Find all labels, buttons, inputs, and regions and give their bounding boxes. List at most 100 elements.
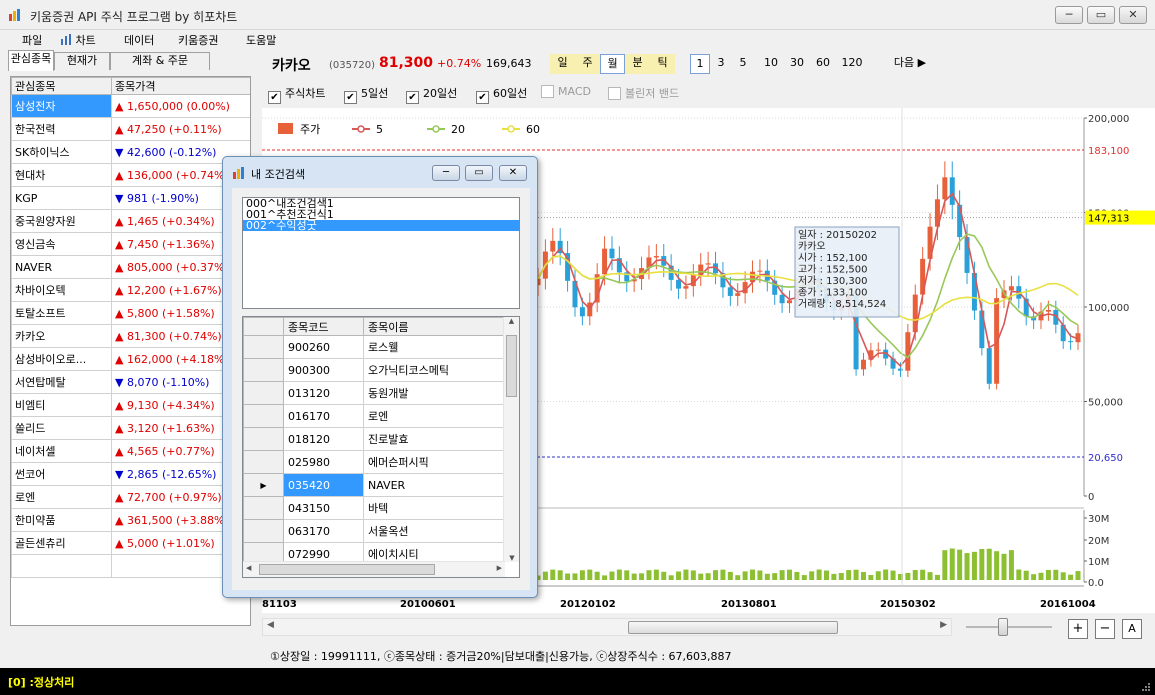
result-name[interactable]: NAVER [363,473,504,497]
result-vertical-scrollbar[interactable]: ▲ ▼ [503,317,519,562]
indicator-checkbox[interactable]: ✔ 20일선 [406,85,457,104]
period-tick-button[interactable]: 틱 [650,54,675,74]
watchlist-row[interactable]: 현대차 ▲ 136,000 (+0.74%) [11,163,250,187]
watchlist-row[interactable]: 삼성전자 ▲ 1,650,000 (0.00%) [11,94,250,118]
result-row[interactable]: 043150 바텍 [243,496,504,520]
watchlist-row[interactable]: 영신금속 ▲ 7,450 (+1.36%) [11,232,250,256]
tab-quote[interactable]: 현재가 [54,52,110,70]
count-30-button[interactable]: 30 [786,54,808,74]
zoom-slider-thumb[interactable] [998,618,1008,636]
indicator-checkbox[interactable]: 볼린저 밴드 [608,85,679,101]
watchlist-stock-name[interactable]: 네이처셀 [11,439,112,463]
watchlist-row[interactable]: 쏠리드 ▲ 3,120 (+1.63%) [11,416,250,440]
period-month-button[interactable]: 월 [600,54,625,74]
period-week-button[interactable]: 주 [575,54,600,74]
watchlist-row[interactable]: 삼성바이오로... ▲ 162,000 (+4.18%) [11,347,250,371]
scroll-right-icon[interactable]: ▶ [497,564,502,572]
scroll-thumb[interactable] [628,621,838,634]
checkbox-box[interactable]: ✔ [476,91,489,104]
watchlist-stock-name[interactable]: 영신금속 [11,232,112,256]
menu-chart[interactable]: 차트 [60,32,96,48]
result-code[interactable]: 900260 [283,335,364,359]
watchlist-stock-name[interactable]: 비엠티 [11,393,112,417]
watchlist-stock-name[interactable]: 현대차 [11,163,112,187]
scroll-left-icon[interactable]: ◀ [246,564,251,572]
watchlist-row[interactable]: 네이처셀 ▲ 4,565 (+0.77%) [11,439,250,463]
watchlist-stock-name[interactable]: 카카오 [11,324,112,348]
watchlist-row[interactable]: 썬코어 ▼ 2,865 (-12.65%) [11,462,250,486]
scroll-thumb[interactable] [506,335,517,397]
indicator-checkbox[interactable]: MACD [541,85,591,101]
zoom-out-button[interactable]: − [1095,619,1115,639]
watchlist-row[interactable]: 한국전력 ▲ 47,250 (+0.11%) [11,117,250,141]
checkbox-box[interactable]: ✔ [406,91,419,104]
watchlist-row[interactable]: 차바이오텍 ▲ 12,200 (+1.67%) [11,278,250,302]
menu-data[interactable]: 데이터 [124,32,154,48]
dialog-close-button[interactable]: ✕ [499,165,527,181]
maximize-button[interactable]: ▭ [1087,6,1115,24]
watchlist-stock-name[interactable]: NAVER [11,255,112,279]
result-code[interactable]: 013120 [283,381,364,405]
watchlist-row[interactable]: 한미약품 ▲ 361,500 (+3.88%) [11,508,250,532]
count-10-button[interactable]: 10 [760,54,782,74]
checkbox-box[interactable]: ✔ [344,91,357,104]
result-name[interactable]: 바텍 [363,496,504,520]
watchlist-empty-row[interactable] [11,554,250,578]
watchlist-stock-name[interactable]: KGP [11,186,112,210]
result-code[interactable]: 043150 [283,496,364,520]
condition-list[interactable]: 000^내조건검색1 001^추천조건식1 002^수익성굿 [242,197,520,309]
watchlist-stock-name[interactable]: 서연탑메탈 [11,370,112,394]
result-row[interactable]: 025980 에머슨퍼시픽 [243,450,504,474]
watchlist-stock-name[interactable]: 쏠리드 [11,416,112,440]
result-row[interactable]: 063170 서울옥션 [243,519,504,543]
watchlist-stock-name[interactable]: 삼성바이오로... [11,347,112,371]
period-minute-button[interactable]: 분 [625,54,650,74]
chart-scrollbar[interactable]: ◀ ▶ [262,618,952,636]
watchlist-row[interactable]: 비엠티 ▲ 9,130 (+4.34%) [11,393,250,417]
dialog-maximize-button[interactable]: ▭ [465,165,493,181]
zoom-in-button[interactable]: + [1068,619,1088,639]
result-code[interactable]: 063170 [283,519,364,543]
watchlist-row[interactable]: 서연탑메탈 ▼ 8,070 (-1.10%) [11,370,250,394]
menu-kiwoom[interactable]: 키움증권 [178,32,218,48]
watchlist-stock-name[interactable]: 한국전력 [11,117,112,141]
indicator-checkbox[interactable]: ✔ 5일선 [344,85,388,104]
watchlist-stock-name[interactable]: 썬코어 [11,462,112,486]
auto-scale-button[interactable]: A [1122,619,1142,639]
tab-watchlist[interactable]: 관심종목 [8,50,54,71]
menu-help[interactable]: 도움말 [246,32,276,48]
result-name[interactable]: 로스웰 [363,335,504,359]
result-name[interactable]: 에머슨퍼시픽 [363,450,504,474]
result-row[interactable]: 018120 진로발효 [243,427,504,451]
watchlist-row[interactable]: 중국원양자원 ▲ 1,465 (+0.34%) [11,209,250,233]
watchlist-row[interactable]: 골든센츄리 ▲ 5,000 (+1.01%) [11,531,250,555]
watchlist-stock-name[interactable]: 로엔 [11,485,112,509]
result-name[interactable]: 로엔 [363,404,504,428]
result-row[interactable]: 900300 오가닉티코스메틱 [243,358,504,382]
watchlist-row[interactable]: KGP ▼ 981 (-1.90%) [11,186,250,210]
minimize-button[interactable]: ─ [1055,6,1083,24]
result-code[interactable]: 035420 [283,473,364,497]
watchlist-stock-name[interactable]: 토탈소프트 [11,301,112,325]
watchlist-stock-name[interactable]: 중국원양자원 [11,209,112,233]
result-row[interactable]: 900260 로스웰 [243,335,504,359]
watchlist-row[interactable]: SK하이닉스 ▼ 42,600 (-0.12%) [11,140,250,164]
result-code[interactable]: 900300 [283,358,364,382]
checkbox-box[interactable]: ✔ [268,91,281,104]
scroll-right-icon[interactable]: ▶ [940,620,947,630]
scroll-up-icon[interactable]: ▲ [504,317,519,325]
result-name[interactable]: 진로발효 [363,427,504,451]
result-name[interactable]: 오가닉티코스메틱 [363,358,504,382]
count-1-button[interactable]: 1 [690,54,710,74]
indicator-checkbox[interactable]: ✔ 주식차트 [268,85,325,104]
zoom-slider-track[interactable] [966,626,1052,628]
scroll-thumb[interactable] [259,564,435,575]
result-row[interactable]: 013120 동원개발 [243,381,504,405]
checkbox-box[interactable] [541,85,554,98]
close-button[interactable]: ✕ [1119,6,1147,24]
result-row[interactable]: 016170 로엔 [243,404,504,428]
result-name[interactable]: 서울옥션 [363,519,504,543]
resize-grip-icon[interactable] [1141,682,1151,692]
watchlist-stock-name[interactable]: 삼성전자 [11,94,112,118]
count-5-button[interactable]: 5 [736,54,750,74]
